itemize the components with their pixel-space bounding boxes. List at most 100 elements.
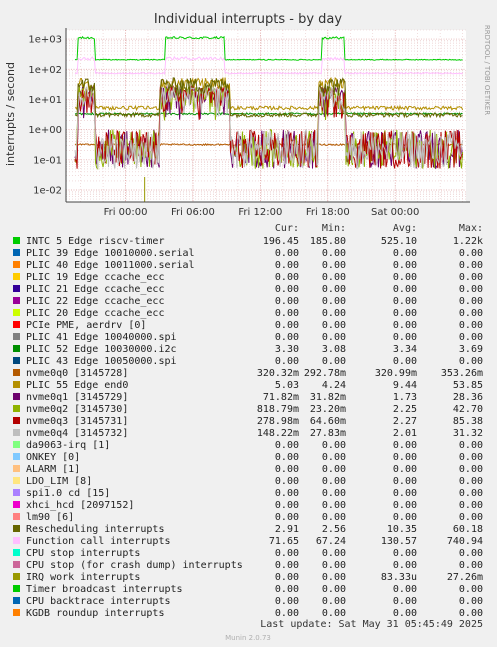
legend-swatch <box>13 333 20 340</box>
legend-series-name: PLIC 21 Edge ccache_ecc <box>26 284 164 295</box>
legend-cur-value: 0.00 <box>275 608 299 619</box>
legend-cur-value: 0.00 <box>275 572 299 583</box>
y-tick-label: 1e+02 <box>28 65 62 76</box>
legend-avg-value: 0.00 <box>393 512 417 523</box>
legend-series-name: CPU stop (for crash dump) interrupts <box>26 560 243 571</box>
legend-min-value: 67.24 <box>316 536 346 547</box>
legend-series-name: da9063-irq [1] <box>26 440 110 451</box>
legend-series-name: nvme0q1 [3145729] <box>26 392 128 403</box>
legend-cur-value: 320.32m <box>257 368 299 379</box>
legend-min-value: 23.20m <box>310 404 346 415</box>
legend-min-value: 31.82m <box>310 392 346 403</box>
legend-series-name: PLIC 41 Edge 10040000.spi <box>26 332 177 343</box>
legend-avg-value: 0.00 <box>393 608 417 619</box>
legend-min-value: 292.78m <box>304 368 346 379</box>
legend-swatch <box>13 477 20 484</box>
legend-avg-value: 0.00 <box>393 548 417 559</box>
legend-cur-value: 0.00 <box>275 440 299 451</box>
legend-series-name: PLIC 52 Edge 10030000.i2c <box>26 344 177 355</box>
y-tick-label: 1e+03 <box>28 35 62 46</box>
legend-max-value: 27.26m <box>447 572 483 583</box>
legend-avg-value: 0.00 <box>393 308 417 319</box>
legend-series-name: ONKEY [0] <box>26 452 80 463</box>
legend-min-value: 0.00 <box>322 248 346 259</box>
legend-avg-value: 10.35 <box>387 524 417 535</box>
legend-max-value: 0.00 <box>459 596 483 607</box>
legend-swatch <box>13 441 20 448</box>
y-axis-label: interrupts / second <box>4 62 17 166</box>
legend-swatch <box>13 405 20 412</box>
legend-swatch <box>13 585 20 592</box>
legend-avg-value: 0.00 <box>393 584 417 595</box>
legend-max-value: 0.00 <box>459 440 483 451</box>
legend-min-value: 0.00 <box>322 476 346 487</box>
legend-swatch <box>13 273 20 280</box>
legend-cur-value: 0.00 <box>275 500 299 511</box>
legend-swatch <box>13 357 20 364</box>
legend-avg-value: 0.00 <box>393 476 417 487</box>
legend-min-value: 0.00 <box>322 308 346 319</box>
legend-header-max: Max: <box>459 223 483 234</box>
legend-min-value: 4.24 <box>322 380 346 391</box>
legend-series-name: LDO_LIM [8] <box>26 476 92 487</box>
legend-avg-value: 0.00 <box>393 356 417 367</box>
chart-title: Individual interrupts - by day <box>154 12 342 27</box>
legend-swatch <box>13 381 20 388</box>
x-tick-label: Fri 12:00 <box>238 207 282 218</box>
legend-min-value: 0.00 <box>322 464 346 475</box>
rrdtool-credit: RRDTOOL / TOBI OETIKER <box>483 25 491 115</box>
y-tick-label: 1e-02 <box>33 185 62 196</box>
legend-series-name: Rescheduling interrupts <box>26 524 164 535</box>
y-tick-label: 1e+01 <box>28 95 62 106</box>
legend-avg-value: 0.00 <box>393 500 417 511</box>
legend-max-value: 0.00 <box>459 248 483 259</box>
legend-cur-value: 0.00 <box>275 476 299 487</box>
legend-cur-value: 0.00 <box>275 488 299 499</box>
legend-min-value: 0.00 <box>322 284 346 295</box>
y-tick-label: 1e+00 <box>28 125 62 136</box>
legend-cur-value: 278.98m <box>257 416 299 427</box>
legend-series-name: nvme0q2 [3145730] <box>26 404 128 415</box>
legend-swatch <box>13 249 20 256</box>
legend-cur-value: 0.00 <box>275 296 299 307</box>
legend-swatch <box>13 261 20 268</box>
legend-avg-value: 2.25 <box>393 404 417 415</box>
legend-swatch <box>13 501 20 508</box>
legend-avg-value: 0.00 <box>393 560 417 571</box>
legend-series-name: PLIC 22 Edge ccache_ecc <box>26 296 164 307</box>
legend-series-name: xhci_hcd [2097152] <box>26 500 134 511</box>
legend-swatch <box>13 237 20 244</box>
x-tick-label: Fri 06:00 <box>171 207 215 218</box>
legend-cur-value: 0.00 <box>275 584 299 595</box>
legend-min-value: 3.08 <box>322 344 346 355</box>
legend-avg-value: 1.73 <box>393 392 417 403</box>
legend-max-value: 42.70 <box>453 404 483 415</box>
legend-max-value: 0.00 <box>459 272 483 283</box>
legend-series-name: PLIC 43 Edge 10050000.spi <box>26 356 177 367</box>
legend-avg-value: 0.00 <box>393 332 417 343</box>
legend-swatch <box>13 429 20 436</box>
legend-max-value: 0.00 <box>459 308 483 319</box>
legend-min-value: 2.56 <box>322 524 346 535</box>
legend-swatch <box>13 513 20 520</box>
legend-min-value: 0.00 <box>322 452 346 463</box>
legend-avg-value: 0.00 <box>393 260 417 271</box>
legend-cur-value: 0.00 <box>275 260 299 271</box>
legend-avg-value: 0.00 <box>393 248 417 259</box>
legend-avg-value: 3.34 <box>393 344 417 355</box>
legend-avg-value: 0.00 <box>393 452 417 463</box>
legend-avg-value: 0.00 <box>393 464 417 475</box>
legend-max-value: 0.00 <box>459 476 483 487</box>
legend-cur-value: 0.00 <box>275 284 299 295</box>
legend-series-name: PLIC 55 Edge end0 <box>26 380 128 391</box>
legend-max-value: 0.00 <box>459 512 483 523</box>
x-tick-label: Sat 00:00 <box>371 207 419 218</box>
legend-max-value: 0.00 <box>459 260 483 271</box>
legend-series-name: Timer broadcast interrupts <box>26 584 183 595</box>
legend-avg-value: 9.44 <box>393 380 417 391</box>
legend-max-value: 0.00 <box>459 320 483 331</box>
legend-cur-value: 0.00 <box>275 308 299 319</box>
legend-avg-value: 0.00 <box>393 596 417 607</box>
legend-max-value: 31.32 <box>453 428 483 439</box>
legend-max-value: 0.00 <box>459 464 483 475</box>
